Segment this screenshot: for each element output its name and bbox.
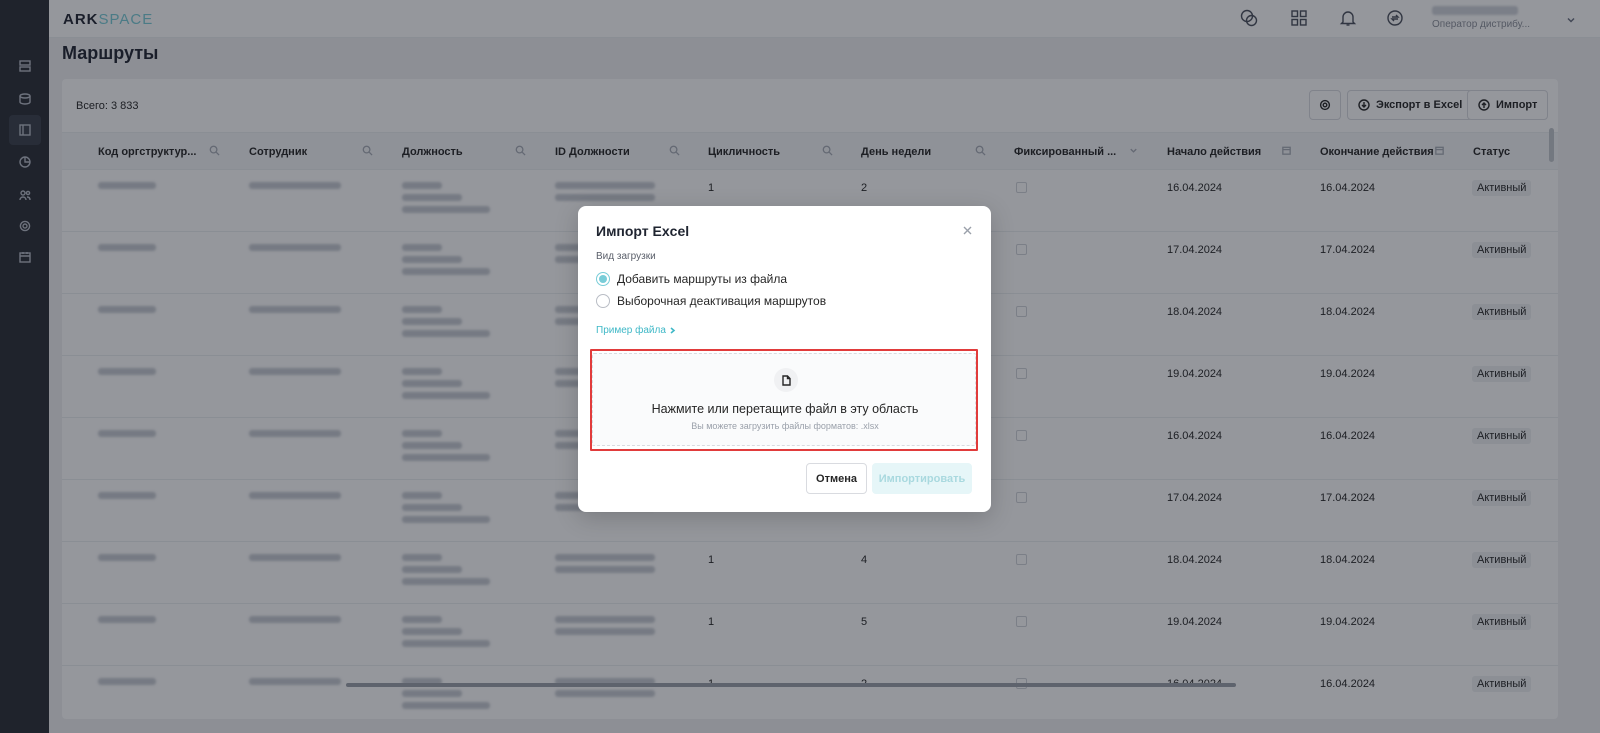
upload-type-label: Вид загрузки	[596, 251, 656, 262]
cancel-button[interactable]: Отмена	[806, 463, 867, 494]
import-submit-button[interactable]: Импортировать	[872, 463, 972, 494]
chevron-right-icon	[670, 327, 676, 334]
radio-deactivate-routes[interactable]: Выборочная деактивация маршрутов	[596, 294, 826, 308]
close-icon[interactable]	[963, 224, 975, 236]
modal-title: Импорт Excel	[596, 223, 690, 239]
import-excel-modal: Импорт Excel Вид загрузки Добавить маршр…	[578, 206, 991, 512]
radio-dot-icon	[596, 294, 610, 308]
radio-add-routes[interactable]: Добавить маршруты из файла	[596, 272, 787, 286]
dropzone-highlight	[590, 349, 978, 451]
radio-dot-icon	[596, 272, 610, 286]
sample-file-link[interactable]: Пример файла	[596, 325, 676, 336]
